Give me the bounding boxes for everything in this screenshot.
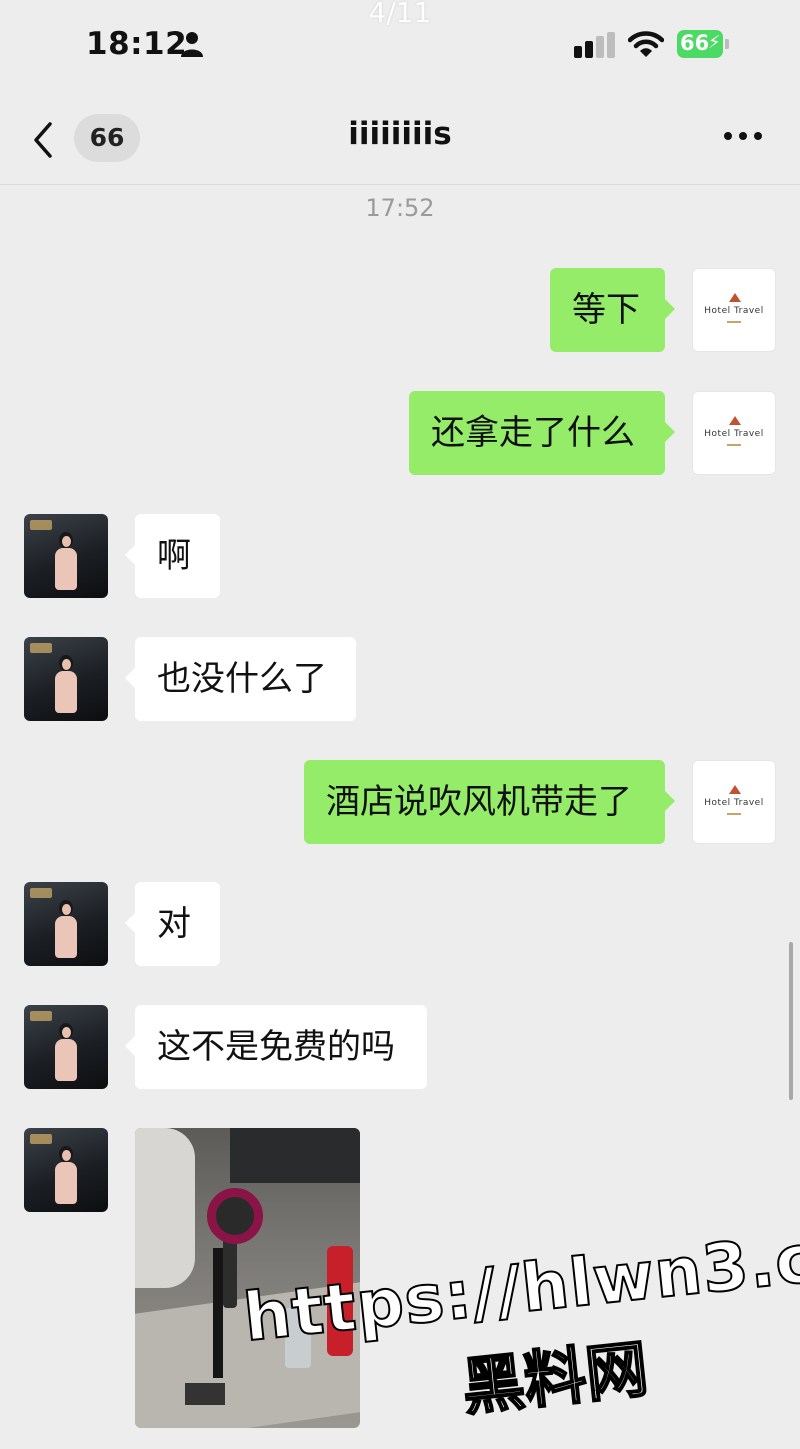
avatar[interactable] [24,514,108,598]
chat-header: 66 iiiiiiiis [0,100,800,185]
battery-level: 66 [680,31,710,55]
hotel-logo-icon [729,293,741,302]
chat-title: iiiiiiiis [348,116,452,152]
outgoing-bubble[interactable]: 还拿走了什么 [409,391,675,475]
page-counter: 4/11 [368,0,432,29]
cellular-signal-icon [574,32,615,58]
avatar[interactable]: Hotel Travel [692,760,776,844]
avatar[interactable] [24,1005,108,1089]
incoming-bubble[interactable]: 啊 [125,514,220,598]
wifi-icon [628,31,664,57]
outgoing-bubble[interactable]: 酒店说吹风机带走了 [304,760,675,844]
avatar[interactable] [24,1128,108,1212]
avatar[interactable] [24,882,108,966]
incoming-bubble[interactable]: 对 [125,882,220,966]
avatar[interactable] [24,637,108,721]
more-dots-icon[interactable] [724,132,764,144]
hotel-logo-text: Hotel Travel [704,429,764,439]
message-timestamp: 17:52 [365,194,435,222]
hotel-logo-text: Hotel Travel [704,306,764,316]
scrollbar[interactable] [789,942,793,1100]
outgoing-bubble[interactable]: 等下 [550,268,675,352]
hotel-logo-icon [729,785,741,794]
incoming-bubble[interactable]: 也没什么了 [125,637,356,721]
hotel-logo-text: Hotel Travel [704,798,764,808]
battery-icon: 66 ⚡ [677,30,729,58]
hotel-logo-icon [729,416,741,425]
status-time: 18:12 [86,26,188,62]
hair-dryer [207,1188,263,1244]
avatar[interactable]: Hotel Travel [692,391,776,475]
watermark-name: 黑料网 [458,1331,653,1425]
incoming-bubble[interactable]: 这不是免费的吗 [125,1005,427,1089]
person-icon [181,32,203,57]
avatar[interactable]: Hotel Travel [692,268,776,352]
status-bar: 4/11 18:12 66 ⚡ [0,0,800,90]
